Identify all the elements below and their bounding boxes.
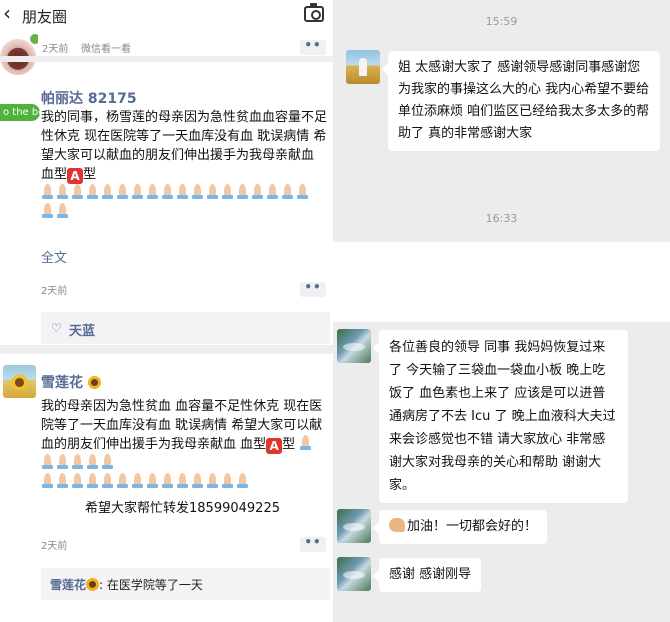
post-text: 我的母亲因为急性贫血 血容量不足性休克 现在医院等了一天血库没有血 耽误病情 希… bbox=[41, 397, 329, 492]
message-bubble: 各位善良的领导 同事 我妈妈恢复过来了 今天输了三袋血一袋血小板 晚上吃饭了 血… bbox=[373, 330, 628, 503]
post-author[interactable]: 帕丽达 82175 bbox=[41, 88, 137, 108]
blood-type-a-icon: A bbox=[266, 438, 283, 454]
page-title: 朋友圈 bbox=[22, 8, 68, 26]
timestamp: 16:33 bbox=[485, 212, 518, 225]
post-extra-text: 希望大家帮忙转发18599049225 bbox=[85, 501, 280, 516]
flexed-biceps-icon bbox=[389, 518, 405, 532]
sunflower-icon bbox=[87, 376, 101, 389]
profile-avatar[interactable] bbox=[0, 33, 38, 95]
comment-box: 雪莲花: 在医学院等了一天 bbox=[41, 568, 330, 600]
camera-icon[interactable] bbox=[304, 3, 324, 22]
message-bubble: 姐 太感谢大家了 感谢领导感谢同事感谢您 为我家的事操这么大的心 我内心希望不要… bbox=[382, 51, 660, 151]
moments-header: ‹ 朋友圈 bbox=[0, 0, 333, 30]
post-time: 2天前 bbox=[41, 286, 68, 297]
avatar[interactable] bbox=[337, 557, 371, 591]
status-badge: o the bes bbox=[0, 104, 40, 121]
chat-panel: 15:59 姐 太感谢大家了 感谢领导感谢同事感谢您 为我家的事操这么大的心 我… bbox=[333, 0, 670, 622]
praying-hands-row bbox=[41, 184, 311, 220]
chat-section-1: 15:59 姐 太感谢大家了 感谢领导感谢同事感谢您 为我家的事操这么大的心 我… bbox=[333, 0, 670, 242]
avatar[interactable] bbox=[337, 509, 371, 543]
full-text-link[interactable]: 全文 bbox=[41, 247, 67, 266]
heart-icon: ♡ bbox=[51, 321, 62, 335]
more-actions-button[interactable]: •• bbox=[300, 536, 326, 552]
divider bbox=[333, 242, 670, 322]
top-item-visibility: 微信看一看 bbox=[81, 44, 131, 55]
message-bubble: 加油！一切都会好的！ bbox=[372, 510, 548, 544]
comment[interactable]: 雪莲花: 在医学院等了一天 bbox=[50, 576, 203, 593]
top-item-time: 2天前 bbox=[42, 44, 69, 55]
divider bbox=[0, 56, 333, 62]
post-text: 我的同事，杨雪莲的母亲因为急性贫血血容量不足性休克 现在医院等了一天血库没有血 … bbox=[41, 108, 329, 222]
like-user[interactable]: 天蓝 bbox=[69, 320, 95, 339]
post-author[interactable]: 雪莲花 bbox=[41, 372, 101, 392]
timestamp: 15:59 bbox=[485, 15, 518, 28]
more-actions-button[interactable]: •• bbox=[300, 281, 326, 297]
sunflower-icon bbox=[86, 578, 100, 591]
avatar[interactable] bbox=[346, 50, 380, 84]
more-actions-button[interactable]: •• bbox=[300, 39, 326, 55]
back-arrow-icon[interactable]: ‹ bbox=[3, 3, 11, 23]
moments-panel: ‹ 朋友圈 2天前 微信看一看 •• 帕丽达 82175 o the bes 我… bbox=[0, 0, 333, 622]
likes-box: ♡ 天蓝 bbox=[41, 312, 330, 344]
message-bubble: 感谢 感谢刚导 bbox=[372, 558, 482, 592]
post-time: 2天前 bbox=[41, 541, 68, 552]
avatar[interactable] bbox=[337, 329, 371, 363]
avatar[interactable] bbox=[3, 365, 36, 398]
blood-type-a-icon: A bbox=[67, 168, 84, 184]
divider bbox=[0, 345, 333, 354]
chat-section-2: 各位善良的领导 同事 我妈妈恢复过来了 今天输了三袋血一袋血小板 晚上吃饭了 血… bbox=[333, 322, 670, 622]
